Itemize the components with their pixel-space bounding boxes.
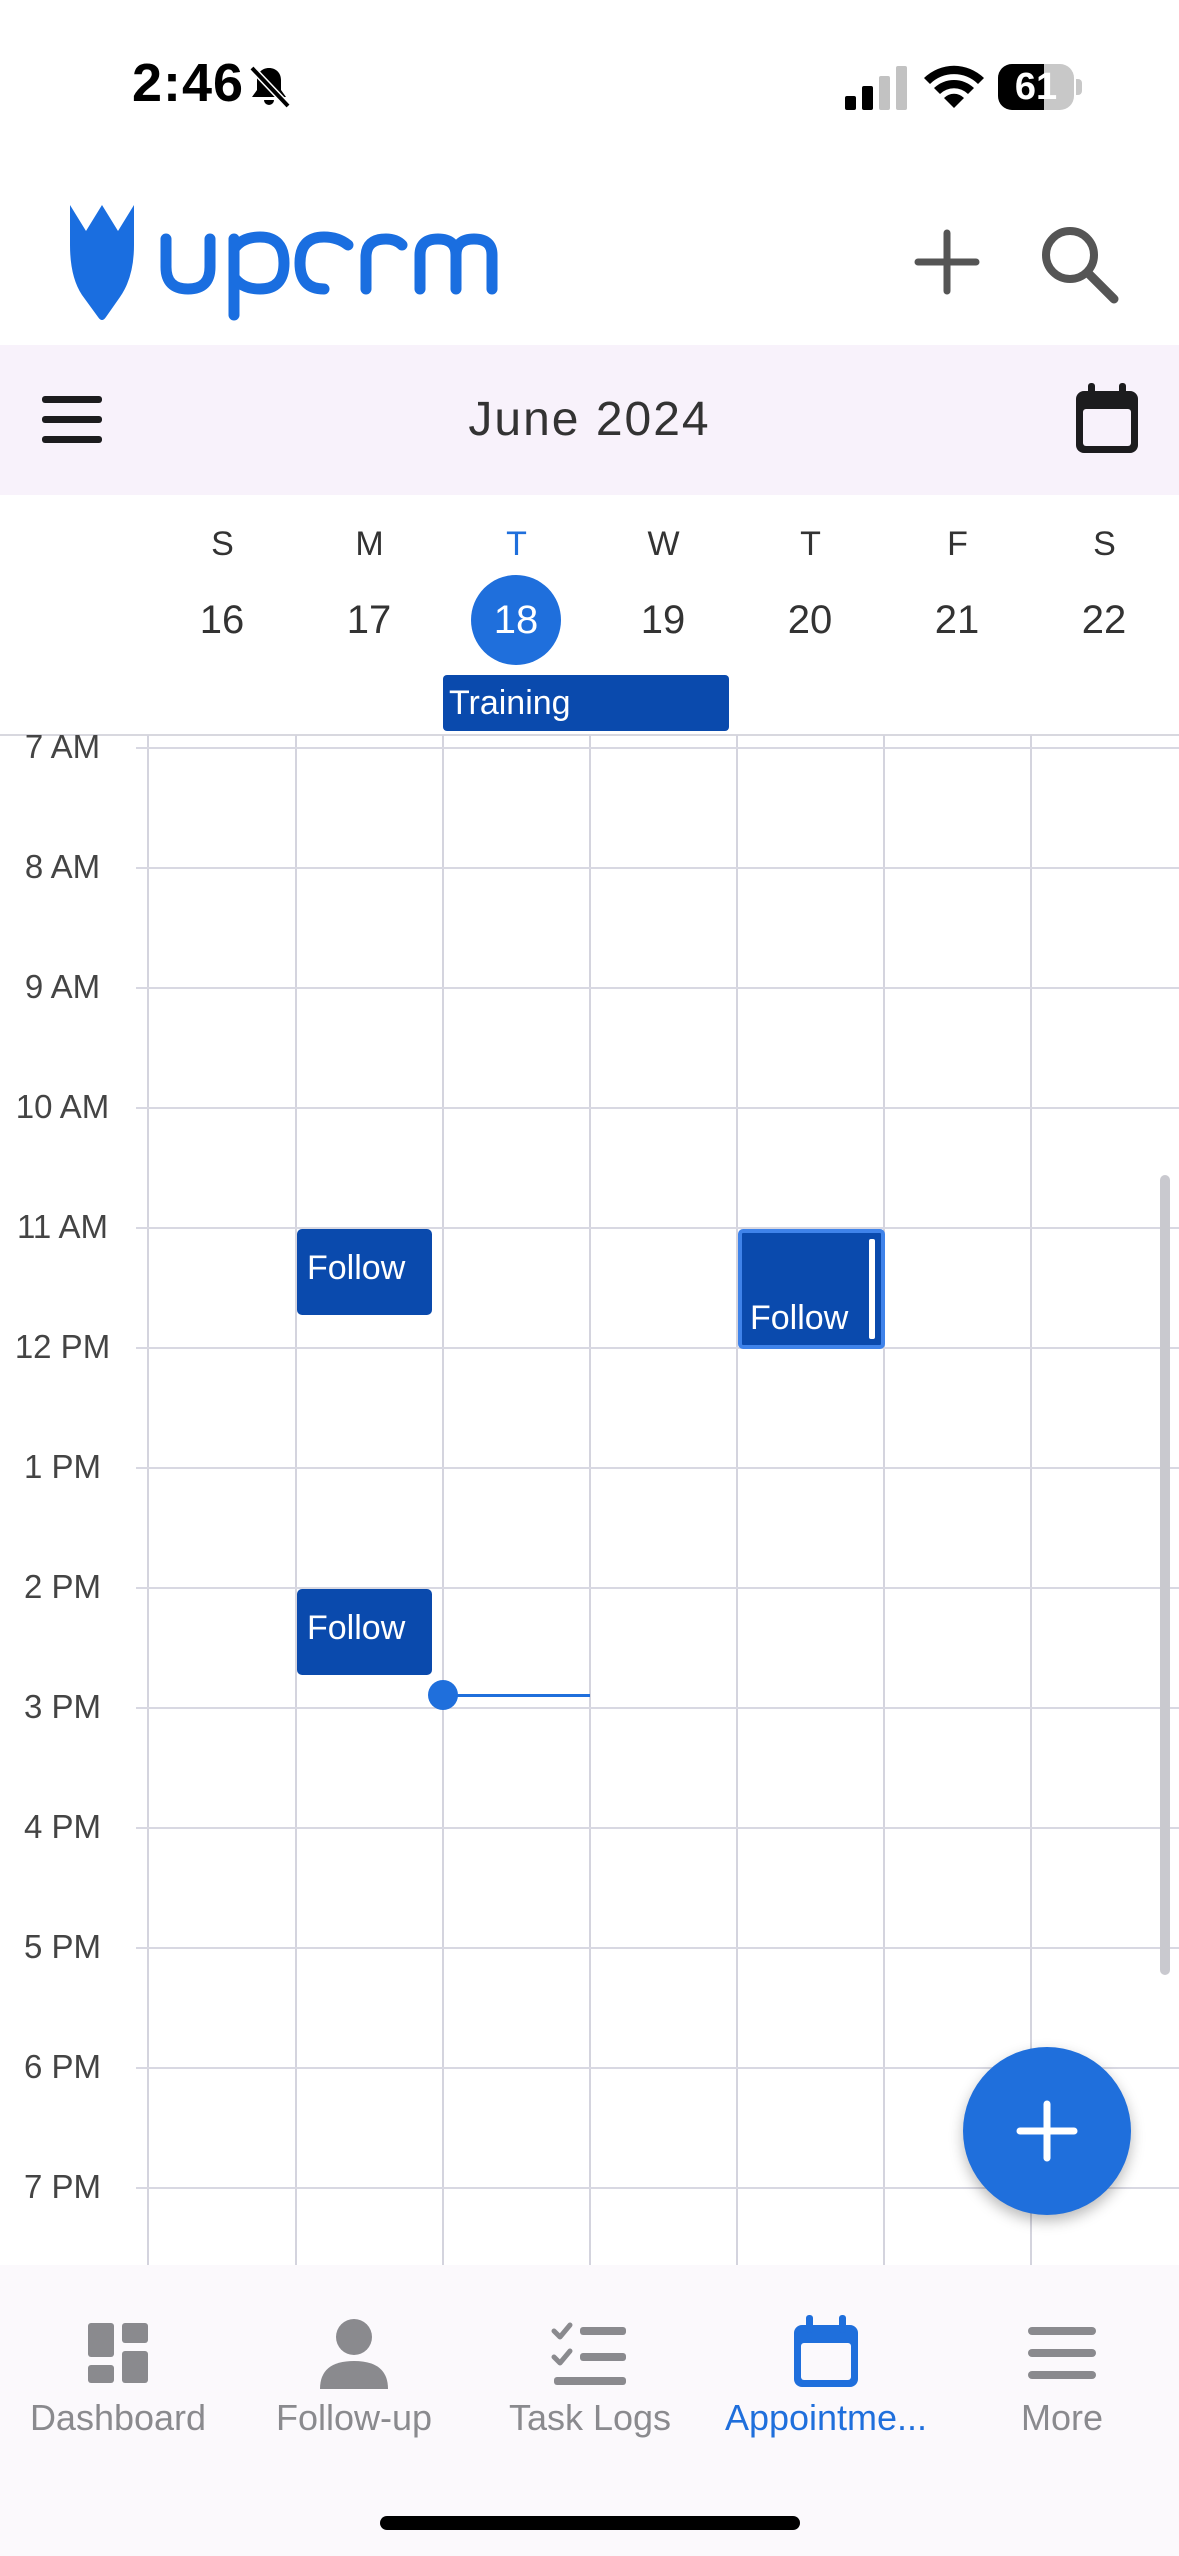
nav-item-more[interactable]: More bbox=[944, 2265, 1179, 2445]
hour-label: 8 AM bbox=[24, 848, 101, 885]
plus-icon bbox=[1016, 2100, 1078, 2162]
nav-label: More bbox=[1020, 2397, 1104, 2438]
week-header: S 16 M 17 T 18 W 19 T 20 F 21 S 22 Train… bbox=[0, 495, 1179, 736]
day-letter: M bbox=[355, 525, 384, 563]
day-column-header[interactable]: W 19 bbox=[590, 495, 737, 675]
event-follow-up-thursday-selected[interactable]: Follow -up bbox=[738, 1229, 885, 1387]
nav-item-follow-up[interactable]: Follow-up bbox=[236, 2265, 472, 2445]
home-indicator[interactable] bbox=[380, 2516, 800, 2530]
day-number-today: 18 bbox=[471, 575, 561, 665]
nav-item-dashboard[interactable]: Dashboard bbox=[0, 2265, 236, 2445]
nav-item-appointments[interactable]: Appointme... bbox=[708, 2265, 944, 2445]
calendar-toolbar: June 2024 bbox=[0, 345, 1179, 495]
nav-label: Follow-up bbox=[275, 2397, 433, 2438]
month-title[interactable]: June 2024 bbox=[0, 345, 1179, 495]
day-letter: T bbox=[506, 525, 527, 563]
day-number: 22 bbox=[1081, 598, 1127, 642]
event-label: Follow -up bbox=[750, 1299, 849, 1387]
day-letter: S bbox=[211, 525, 234, 563]
event-resize-handle[interactable] bbox=[869, 1239, 875, 1339]
search-icon[interactable] bbox=[1036, 221, 1120, 305]
hour-label: 1 PM bbox=[23, 1448, 102, 1485]
hour-label: 7 AM bbox=[24, 735, 101, 765]
hour-label: 2 PM bbox=[23, 1568, 102, 1605]
hour-line bbox=[136, 987, 1179, 989]
column-divider bbox=[589, 735, 591, 2265]
hour-line bbox=[136, 1947, 1179, 1949]
bottom-navigation: Dashboard Follow-up Task Logs Appointme.… bbox=[0, 2265, 1179, 2556]
app-header bbox=[0, 175, 1179, 345]
hour-label: 12 PM bbox=[14, 1328, 111, 1365]
calendar-today-icon[interactable] bbox=[1072, 381, 1142, 457]
current-time-line bbox=[442, 1694, 590, 1697]
hour-label: 9 AM bbox=[24, 968, 101, 1005]
week-time-grid[interactable]: 7 AM 8 AM 9 AM 10 AM 11 AM 12 PM 1 PM 2 … bbox=[0, 735, 1179, 2265]
hour-label: 4 PM bbox=[23, 1808, 102, 1845]
hour-label: 11 AM bbox=[16, 1208, 109, 1245]
hour-line bbox=[136, 1347, 1179, 1349]
calendar-icon bbox=[794, 2315, 858, 2387]
column-divider bbox=[295, 735, 297, 2265]
grid-scrollbar[interactable] bbox=[1160, 1175, 1170, 1975]
dashboard-icon bbox=[88, 2323, 148, 2383]
hour-label: 3 PM bbox=[23, 1688, 102, 1725]
day-number: 21 bbox=[934, 598, 980, 642]
day-letter: T bbox=[800, 525, 821, 563]
day-column-header[interactable]: S 16 bbox=[149, 495, 296, 675]
checklist-icon bbox=[551, 2322, 626, 2385]
hamburger-menu-icon[interactable] bbox=[40, 390, 104, 450]
all-day-event-training[interactable]: Training bbox=[443, 675, 729, 731]
day-number: 20 bbox=[787, 598, 833, 642]
menu-icon bbox=[1028, 2327, 1096, 2379]
hour-label: 10 AM bbox=[15, 1088, 110, 1125]
hour-line bbox=[136, 1227, 1179, 1229]
upcrm-logo bbox=[70, 205, 498, 321]
column-divider bbox=[883, 735, 885, 2265]
battery-indicator: 61 bbox=[998, 64, 1082, 110]
day-column-header[interactable]: F 21 bbox=[884, 495, 1031, 675]
day-number: 17 bbox=[346, 598, 392, 642]
nav-label: Task Logs bbox=[508, 2397, 672, 2438]
add-icon[interactable] bbox=[912, 227, 982, 297]
hour-line bbox=[136, 1587, 1179, 1589]
nav-label: Dashboard bbox=[29, 2397, 207, 2438]
day-letter: W bbox=[647, 525, 680, 563]
event-follow-monday-2pm[interactable]: Follow bbox=[297, 1589, 432, 1675]
day-column-header[interactable]: S 22 bbox=[1031, 495, 1178, 675]
status-bar: 2:46 61 bbox=[0, 0, 1179, 175]
day-letter: F bbox=[947, 525, 968, 563]
hour-line bbox=[136, 1107, 1179, 1109]
nav-item-task-logs[interactable]: Task Logs bbox=[472, 2265, 708, 2445]
wifi-icon bbox=[924, 65, 984, 108]
day-column-header[interactable]: M 17 bbox=[296, 495, 443, 675]
column-divider bbox=[442, 735, 444, 2265]
column-divider bbox=[147, 735, 149, 2265]
column-divider bbox=[736, 735, 738, 2265]
day-column-header-today[interactable]: T 18 bbox=[443, 495, 590, 675]
day-letter: S bbox=[1093, 525, 1116, 563]
hour-line bbox=[136, 867, 1179, 869]
person-icon bbox=[320, 2319, 388, 2389]
hour-label: 5 PM bbox=[23, 1928, 102, 1965]
day-number: 19 bbox=[640, 598, 686, 642]
column-divider bbox=[1030, 735, 1032, 2265]
status-time: 2:46 bbox=[132, 53, 245, 113]
nav-label: Appointme... bbox=[724, 2397, 928, 2438]
battery-percent: 61 bbox=[1014, 66, 1058, 108]
hour-line bbox=[136, 1827, 1179, 1829]
add-appointment-button[interactable] bbox=[963, 2047, 1131, 2215]
hour-label: 6 PM bbox=[23, 2048, 102, 2085]
bell-slash-icon bbox=[249, 65, 291, 109]
cellular-signal-icon bbox=[845, 66, 907, 110]
hour-line bbox=[136, 1467, 1179, 1469]
hour-line bbox=[136, 747, 1179, 749]
day-number: 16 bbox=[199, 598, 245, 642]
hour-line bbox=[136, 1707, 1179, 1709]
hour-label: 7 PM bbox=[23, 2168, 102, 2205]
event-follow-monday-11am[interactable]: Follow bbox=[297, 1229, 432, 1315]
day-column-header[interactable]: T 20 bbox=[737, 495, 884, 675]
